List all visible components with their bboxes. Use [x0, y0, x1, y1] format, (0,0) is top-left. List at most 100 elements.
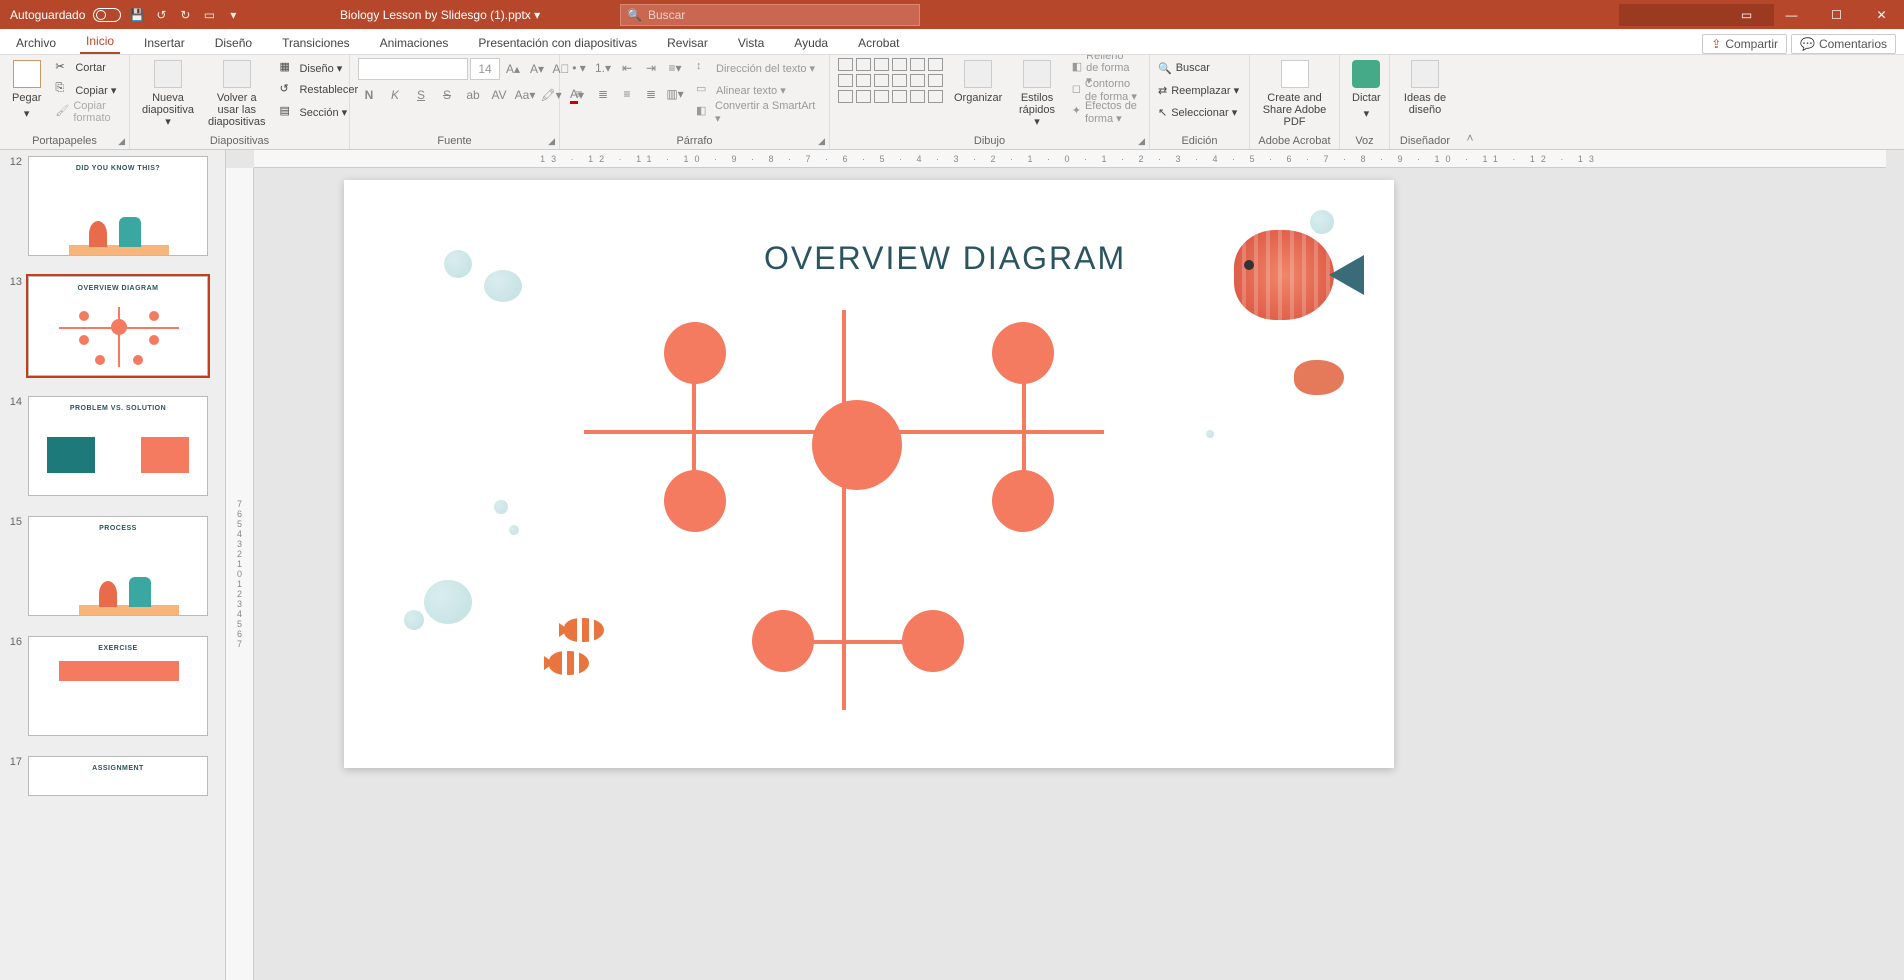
case-button[interactable]: Aa▾ [514, 84, 536, 106]
slide-editor[interactable]: OVERVIEW DIAGRAM [344, 180, 1394, 768]
group-drawing-label: Dibujo [974, 135, 1005, 147]
group-voice: Dictar▾ Voz [1340, 55, 1390, 149]
dialog-launcher-icon[interactable]: ◢ [1138, 136, 1145, 147]
tab-diseno[interactable]: Diseño [209, 32, 258, 54]
diagram-node-center[interactable] [812, 400, 902, 490]
thumb-slide-13[interactable]: OVERVIEW DIAGRAM [28, 276, 208, 376]
tab-archivo[interactable]: Archivo [10, 32, 62, 54]
justify-button[interactable]: ≣ [640, 84, 662, 104]
reuse-slides-button[interactable]: Volver a usar las diapositivas [204, 58, 269, 130]
group-font: 14 A▴ A▾ A⃠ N K S S ab AV Aa▾ 🖍▾ A▾ Fuen… [350, 55, 560, 149]
tab-revisar[interactable]: Revisar [661, 32, 714, 54]
shape-outline-button[interactable]: ◻Contorno de forma ▾ [1068, 80, 1141, 100]
replace-button[interactable]: ⇄Reemplazar ▾ [1158, 80, 1239, 100]
tab-acrobat[interactable]: Acrobat [852, 32, 905, 54]
tab-inicio[interactable]: Inicio [80, 30, 120, 54]
font-size-combo[interactable]: 14 [470, 58, 500, 80]
thumb-slide-15[interactable]: PROCESS [28, 516, 208, 616]
shape-fill-button[interactable]: ◧Relleno de forma ▾ [1068, 58, 1141, 78]
increase-font-button[interactable]: A▴ [502, 58, 524, 80]
font-family-combo[interactable] [358, 58, 468, 80]
redo-icon[interactable]: ↻ [177, 7, 193, 23]
save-icon[interactable]: 💾 [129, 7, 145, 23]
columns-button[interactable]: ▥▾ [664, 84, 686, 104]
thumb-slide-17[interactable]: ASSIGNMENT [28, 756, 208, 796]
diagram-node[interactable] [902, 610, 964, 672]
slide-thumbnails-panel[interactable]: 12 DID YOU KNOW THIS? 13 OVERVIEW DIAGRA… [0, 150, 226, 980]
arrange-button[interactable]: Organizar [950, 58, 1006, 106]
adobe-pdf-button[interactable]: Create and Share Adobe PDF [1258, 58, 1331, 130]
dictate-button[interactable]: Dictar▾ [1348, 58, 1385, 122]
indent-inc-button[interactable]: ⇥ [640, 58, 662, 78]
strike-button[interactable]: S [436, 84, 458, 106]
group-clipboard-label: Portapapeles [32, 135, 97, 147]
paste-button[interactable]: Pegar▾ [8, 58, 45, 122]
align-text-button[interactable]: ▭Alinear texto ▾ [692, 80, 821, 100]
maximize-button[interactable]: ☐ [1814, 0, 1859, 29]
overview-diagram[interactable] [584, 310, 1144, 740]
diagram-node[interactable] [752, 610, 814, 672]
copy-button[interactable]: ⎘Copiar ▾ [51, 80, 121, 100]
autosave-toggle[interactable] [93, 8, 121, 22]
start-show-icon[interactable]: ▭ [201, 7, 217, 23]
design-ideas-button[interactable]: Ideas de diseño [1398, 58, 1452, 118]
group-designer: Ideas de diseño Diseñador [1390, 55, 1460, 149]
minimize-button[interactable]: — [1769, 0, 1814, 29]
group-paragraph: • ▾ 1.▾ ⇤ ⇥ ≡▾ ≡ ≣ ≡ ≣ ▥▾ ↕Dirección del… [560, 55, 830, 149]
smartart-button[interactable]: ◧Convertir a SmartArt ▾ [692, 102, 821, 122]
thumb-slide-14[interactable]: PROBLEM VS. SOLUTION [28, 396, 208, 496]
close-button[interactable]: ✕ [1859, 0, 1904, 29]
align-center-button[interactable]: ≣ [592, 84, 614, 104]
comments-button[interactable]: 💬Comentarios [1791, 34, 1896, 54]
dialog-launcher-icon[interactable]: ◢ [548, 136, 555, 147]
select-button[interactable]: ↖Seleccionar ▾ [1158, 102, 1239, 122]
italic-button[interactable]: K [384, 84, 406, 106]
new-slide-button[interactable]: Nueva diapositiva ▾ [138, 58, 198, 130]
tab-presentacion[interactable]: Presentación con diapositivas [472, 32, 643, 54]
line-spacing-button[interactable]: ≡▾ [664, 58, 686, 78]
diagram-node[interactable] [992, 470, 1054, 532]
thumb-slide-16[interactable]: EXERCISE [28, 636, 208, 736]
dialog-launcher-icon[interactable]: ◢ [818, 136, 825, 147]
tab-ayuda[interactable]: Ayuda [788, 32, 834, 54]
shape-effects-button[interactable]: ✦Efectos de forma ▾ [1068, 102, 1141, 122]
collapse-ribbon-button[interactable]: ˄ [1460, 55, 1480, 149]
tab-animaciones[interactable]: Animaciones [374, 32, 455, 54]
format-painter-button[interactable]: 🖌Copiar formato [51, 102, 121, 122]
find-button[interactable]: 🔍Buscar [1158, 58, 1239, 78]
tab-vista[interactable]: Vista [732, 32, 770, 54]
diagram-node[interactable] [992, 322, 1054, 384]
underline-button[interactable]: S [410, 84, 432, 106]
share-button[interactable]: ⇪Compartir [1702, 34, 1787, 54]
text-direction-button[interactable]: ↕Dirección del texto ▾ [692, 58, 821, 78]
qat-more-icon[interactable]: ▾ [225, 7, 241, 23]
align-right-button[interactable]: ≡ [616, 84, 638, 104]
tab-insertar[interactable]: Insertar [138, 32, 191, 54]
align-left-button[interactable]: ≡ [568, 84, 590, 104]
shapes-gallery[interactable] [838, 58, 944, 104]
group-adobe-label: Adobe Acrobat [1258, 134, 1331, 147]
thumb-slide-12[interactable]: DID YOU KNOW THIS? [28, 156, 208, 256]
dialog-launcher-icon[interactable]: ◢ [118, 136, 125, 147]
bullets-button[interactable]: • ▾ [568, 58, 590, 78]
document-title[interactable]: Biology Lesson by Slidesgo (1).pptx ▾ [340, 8, 540, 22]
indent-dec-button[interactable]: ⇤ [616, 58, 638, 78]
thumb-number: 16 [6, 636, 22, 648]
diagram-node[interactable] [664, 470, 726, 532]
slide-title[interactable]: OVERVIEW DIAGRAM [764, 240, 1126, 277]
diagram-node[interactable] [664, 322, 726, 384]
shadow-button[interactable]: ab [462, 84, 484, 106]
decrease-font-button[interactable]: A▾ [526, 58, 548, 80]
cut-button[interactable]: ✂Cortar [51, 58, 121, 78]
tab-transiciones[interactable]: Transiciones [276, 32, 356, 54]
quick-styles-button[interactable]: Estilos rápidos ▾ [1012, 58, 1061, 130]
slide-canvas-area[interactable]: 13 · 12 · 11 · 10 · 9 · 8 · 7 · 6 · 5 · … [226, 150, 1904, 980]
undo-icon[interactable]: ↺ [153, 7, 169, 23]
bold-button[interactable]: N [358, 84, 380, 106]
numbering-button[interactable]: 1.▾ [592, 58, 614, 78]
search-box[interactable]: 🔍 [620, 4, 920, 26]
highlight-button[interactable]: 🖍▾ [540, 84, 562, 106]
search-input[interactable] [648, 8, 913, 22]
spacing-button[interactable]: AV [488, 84, 510, 106]
ribbon-options-button[interactable]: ▭ [1724, 0, 1769, 29]
